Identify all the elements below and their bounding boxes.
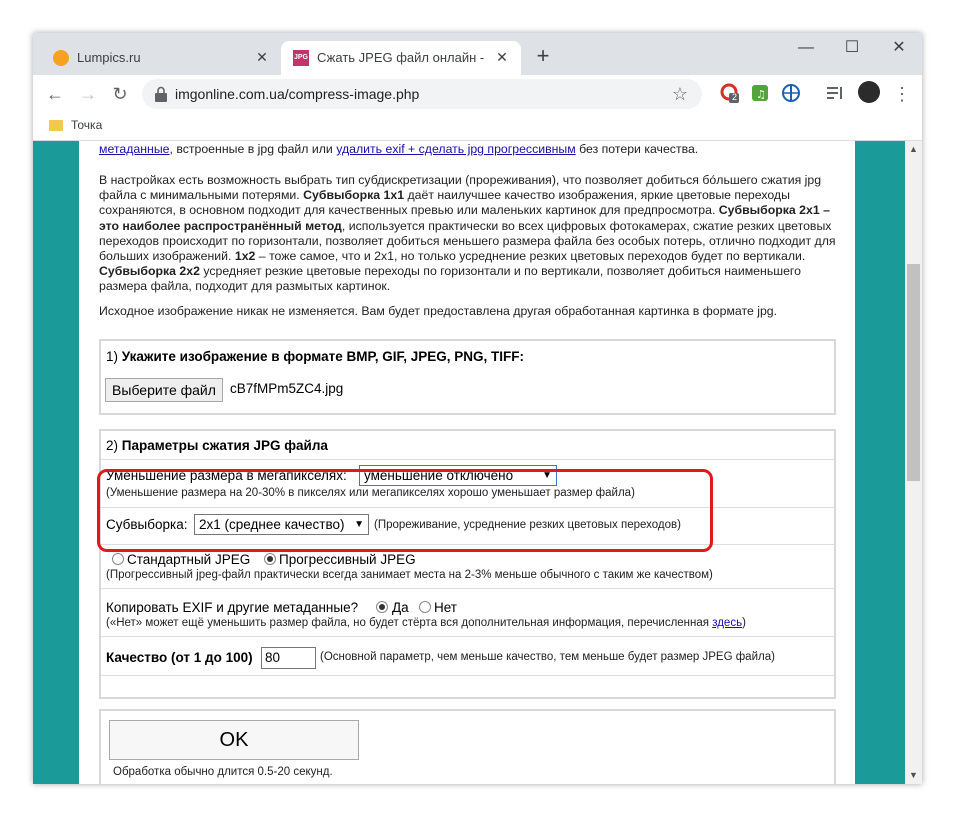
bookmark-tochka[interactable]: Точка <box>71 118 102 132</box>
vertical-scrollbar[interactable]: ▲ ▼ <box>905 141 922 784</box>
text-span: усредняет резкие цветовые переходы по го… <box>99 264 801 294</box>
source-note-paragraph: Исходное изображение никак не изменяется… <box>99 304 778 318</box>
tab-label: Lumpics.ru <box>77 50 141 65</box>
bold-span: 1x2 <box>234 249 256 264</box>
remove-exif-link[interactable]: удалить exif + сделать jpg прогрессивным <box>336 142 575 156</box>
bookmarks-bar: Точка <box>33 112 922 141</box>
divider <box>101 675 834 676</box>
exif-label: Копировать EXIF и другие метаданные? <box>106 600 359 615</box>
jpeg-type-note: (Прогрессивный jpeg-файл практически все… <box>106 569 713 581</box>
tab-imgonline[interactable]: JPG Сжать JPEG файл онлайн - IMG ✕ <box>281 41 521 75</box>
here-link[interactable]: здесь <box>712 617 742 629</box>
scroll-thumb[interactable] <box>907 264 920 481</box>
menu-kebab-icon[interactable]: ⋮ <box>889 81 915 107</box>
forward-icon[interactable]: → <box>75 81 101 107</box>
scroll-up-icon[interactable]: ▲ <box>905 141 922 158</box>
processing-time-note: Обработка обычно длится 0.5-20 секунд. <box>113 766 333 778</box>
folder-icon <box>49 120 63 131</box>
ok-button[interactable]: OK <box>109 720 359 760</box>
address-bar[interactable]: imgonline.com.ua/compress-image.php ☆ <box>142 79 702 109</box>
svg-text:♫: ♫ <box>756 88 766 101</box>
submit-section: OK Обработка обычно длится 0.5-20 секунд… <box>99 709 836 784</box>
subsampling-paragraph: В настройках есть возможность выбрать ти… <box>99 173 839 295</box>
annotation-highlight <box>97 469 713 552</box>
extension-red-icon[interactable]: 2 <box>720 83 740 103</box>
tab-label: Сжать JPEG файл онлайн - IMG <box>317 50 487 65</box>
bold-span: Субвыборка 1x1 <box>303 188 405 203</box>
text-span: 1) <box>106 349 122 364</box>
url-text: imgonline.com.ua/compress-image.php <box>175 86 420 102</box>
bookmark-star-icon[interactable]: ☆ <box>672 84 688 105</box>
text-span: без потери качества. <box>575 142 699 156</box>
standard-jpeg-radio[interactable] <box>112 553 124 565</box>
scroll-down-icon[interactable]: ▼ <box>905 767 922 784</box>
maximize-icon[interactable]: ☐ <box>829 33 875 63</box>
media-playlist-icon[interactable] <box>825 83 845 103</box>
browser-window: Lumpics.ru ✕ JPG Сжать JPEG файл онлайн … <box>33 33 922 784</box>
new-tab-icon[interactable]: + <box>531 45 555 69</box>
section1-title: 1) Укажите изображение в формате BMP, GI… <box>106 349 524 364</box>
divider <box>101 588 834 589</box>
page-viewport: метаданные, встроенные в jpg файл или уд… <box>33 141 922 784</box>
profile-avatar-icon[interactable] <box>858 81 880 103</box>
quality-note: (Основной параметр, чем меньше качество,… <box>320 651 775 663</box>
lumpics-favicon-icon <box>53 50 69 66</box>
progressive-jpeg-radio[interactable] <box>264 553 276 565</box>
tab-lumpics[interactable]: Lumpics.ru ✕ <box>41 41 281 75</box>
jpg-favicon-icon: JPG <box>293 50 309 66</box>
standard-jpeg-label[interactable]: Стандартный JPEG <box>127 552 250 567</box>
divider <box>101 636 834 637</box>
exif-yes-radio[interactable] <box>376 601 388 613</box>
page-content: метаданные, встроенные в jpg файл или уд… <box>79 141 855 784</box>
text-span: 2) <box>106 438 122 453</box>
quality-input[interactable]: 80 <box>261 647 316 669</box>
section2-title: 2) Параметры сжатия JPG файла <box>106 438 328 453</box>
progressive-jpeg-label[interactable]: Прогрессивный JPEG <box>279 552 416 567</box>
text-span: ) <box>742 617 746 629</box>
text-span: («Нет» может ещё уменьшить размер файла,… <box>106 617 713 629</box>
upload-section: 1) Укажите изображение в формате BMP, GI… <box>99 339 836 415</box>
close-tab-icon[interactable]: ✕ <box>253 48 271 66</box>
exif-no-label[interactable]: Нет <box>434 600 457 615</box>
divider <box>101 459 834 460</box>
quality-label: Качество (от 1 до 100) <box>106 650 253 665</box>
choose-file-button[interactable]: Выберите файл <box>105 378 223 402</box>
minimize-icon[interactable]: — <box>783 33 829 63</box>
reload-icon[interactable]: ↻ <box>107 81 133 107</box>
extension-badge: 2 <box>732 92 738 102</box>
metadata-link[interactable]: метаданные <box>99 142 170 156</box>
selected-filename: cB7fMPm5ZC4.jpg <box>230 381 344 396</box>
exif-yes-label[interactable]: Да <box>392 600 409 615</box>
intro-paragraph: метаданные, встроенные в jpg файл или уд… <box>99 142 839 157</box>
text-span: – тоже самое, что и 2x1, но только усред… <box>255 249 806 264</box>
lock-icon <box>155 86 167 102</box>
toolbar: ← → ↻ imgonline.com.ua/compress-image.ph… <box>33 75 922 112</box>
text-span: , встроенные в jpg файл или <box>169 142 337 156</box>
extension-music-icon[interactable]: ♫ <box>750 83 770 103</box>
bold-span: Субвыборка 2x2 <box>99 264 200 279</box>
exif-note: («Нет» может ещё уменьшить размер файла,… <box>106 617 746 629</box>
tab-strip: Lumpics.ru ✕ JPG Сжать JPEG файл онлайн … <box>33 33 922 75</box>
close-tab-icon[interactable]: ✕ <box>493 48 511 66</box>
bold-span: Параметры сжатия JPG файла <box>121 438 328 453</box>
back-icon[interactable]: ← <box>42 81 68 107</box>
exif-no-radio[interactable] <box>419 601 431 613</box>
bold-span: Укажите изображение в формате BMP, GIF, … <box>121 349 524 364</box>
close-window-icon[interactable]: ✕ <box>876 33 922 63</box>
extension-globe-icon[interactable] <box>781 83 801 103</box>
